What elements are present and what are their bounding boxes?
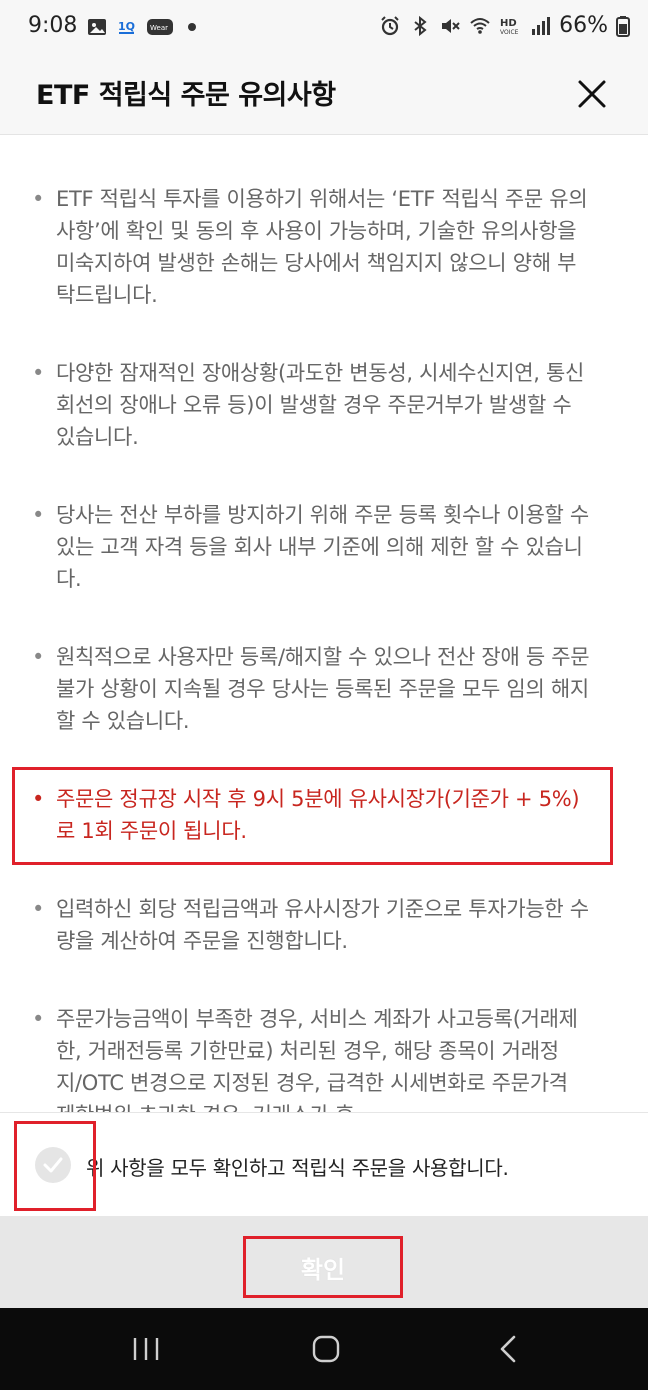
list-item: • ETF 적립식 투자를 이용하기 위해서는 ‘ETF 적립식 주문 유의사항… [32,183,592,311]
bullet: • [32,361,45,385]
notice-text: 입력하신 회당 적립금액과 유사시장가 기준으로 투자가능한 수량을 계산하여 … [56,897,589,953]
checkmark-icon [43,1157,63,1173]
navigation-bar [0,1308,648,1390]
wear-icon: Wear [147,19,173,35]
list-item: • 입력하신 회당 적립금액과 유사시장가 기준으로 투자가능한 수량을 계산하… [32,893,592,957]
status-time: 9:08 [28,13,78,38]
notice-list: • ETF 적립식 투자를 이용하기 위해서는 ‘ETF 적립식 주문 유의사항… [32,183,592,1112]
svg-text:Wear: Wear [150,24,168,32]
list-item: • 다양한 잠재적인 장애상황(과도한 변동성, 시세수신지연, 통신회선의 장… [32,357,592,453]
notice-content[interactable]: • ETF 적립식 투자를 이용하기 위해서는 ‘ETF 적립식 주문 유의사항… [0,135,648,1112]
list-item: • 원칙적으로 사용자만 등록/해지할 수 있으나 전산 장애 등 주문불가 상… [32,641,592,737]
battery-text: 66% [559,13,608,38]
svg-text:HD: HD [500,18,517,29]
image-icon [88,19,106,35]
agreement-label[interactable]: 위 사항을 모두 확인하고 적립식 주문을 사용합니다. [86,1152,509,1181]
bullet: • [32,645,45,669]
highlighted-notice: • 주문은 정규장 시작 후 9시 5분에 유사시장가(기준가 + 5%)로 1… [32,783,592,847]
mute-icon [442,18,460,33]
bluetooth-icon [414,15,427,36]
notice-text: 주문가능금액이 부족한 경우, 서비스 계좌가 사고등록(거래제한, 거래전등록… [56,1007,578,1112]
close-icon[interactable] [574,76,610,112]
notice-text: 다양한 잠재적인 장애상황(과도한 변동성, 시세수신지연, 통신회선의 장애나… [56,361,585,449]
alarm-icon [381,15,399,35]
agree-checkbox[interactable] [35,1147,71,1183]
bullet: • [32,897,45,921]
status-bar: 9:08 1Q Wear HD VOICE 66% [0,0,648,56]
status-right-icons: HD VOICE 66% [379,13,630,38]
back-icon[interactable] [492,1332,526,1366]
confirm-area: 확인 [0,1216,648,1308]
dialog-header: ETF 적립식 주문 유의사항 [0,56,648,135]
svg-text:1Q: 1Q [118,20,135,33]
battery-icon [616,15,630,37]
confirm-button[interactable]: 확인 [243,1236,403,1298]
status-left-icons: 1Q Wear [86,16,196,38]
notice-text: 원칙적으로 사용자만 등록/해지할 수 있으나 전산 장애 등 주문불가 상황이… [56,645,590,733]
home-icon[interactable] [309,1332,343,1366]
bullet: • [32,1007,45,1031]
list-item: • 당사는 전산 부하를 방지하기 위해 주문 등록 횟수나 이용할 수 있는 … [32,499,592,595]
wifi-icon [470,17,490,34]
page-title: ETF 적립식 주문 유의사항 [36,80,336,111]
bullet: • [32,187,45,211]
notice-text: 주문은 정규장 시작 후 9시 5분에 유사시장가(기준가 + 5%)로 1회 … [56,787,580,843]
1q-icon: 1Q [118,20,135,34]
hd-voice-icon: HDVOICE [500,18,519,36]
notification-dot [188,23,196,31]
signal-icon [532,16,551,35]
agreement-row[interactable]: 위 사항을 모두 확인하고 적립식 주문을 사용합니다. [0,1112,648,1217]
notice-text: 당사는 전산 부하를 방지하기 위해 주문 등록 횟수나 이용할 수 있는 고객… [56,503,589,591]
bullet: • [32,503,45,527]
notice-text: ETF 적립식 투자를 이용하기 위해서는 ‘ETF 적립식 주문 유의사항’에… [56,187,588,307]
svg-text:VOICE: VOICE [500,29,519,36]
list-item: • 주문가능금액이 부족한 경우, 서비스 계좌가 사고등록(거래제한, 거래전… [32,1003,592,1112]
recent-apps-icon[interactable] [129,1332,163,1366]
bullet: • [32,787,45,811]
